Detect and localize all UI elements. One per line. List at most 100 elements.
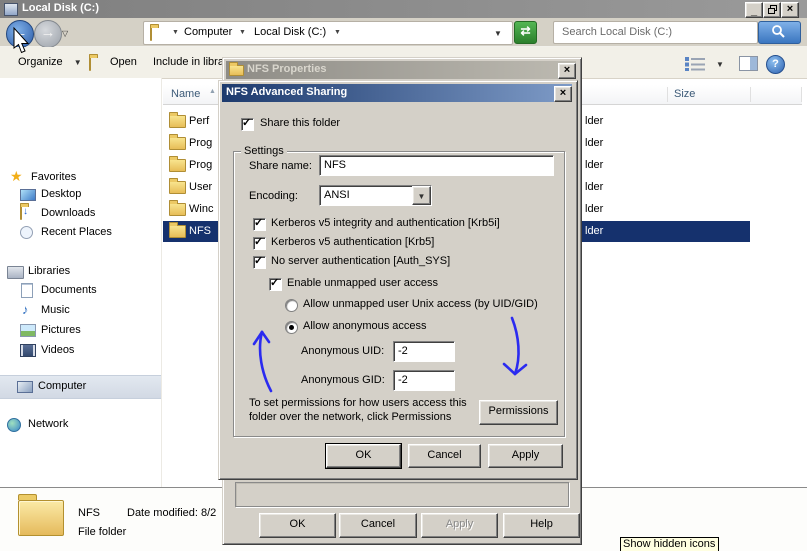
folder-icon (169, 178, 186, 194)
folder-icon (169, 134, 186, 150)
favorites-icon: ★ (10, 168, 23, 184)
anonymous-uid-field[interactable]: -2 (393, 341, 455, 362)
tooltip-text: Show hidden icons (623, 538, 716, 550)
permissions-button[interactable]: Permissions (479, 400, 558, 425)
location-icon (150, 27, 152, 41)
sidebar-item-favorites[interactable]: Favorites (31, 171, 76, 183)
desktop-icon (20, 189, 36, 201)
organize-dropdown-icon: ▼ (73, 58, 82, 67)
details-date-modified: Date modified: 8/2 (127, 507, 217, 519)
permissions-note-line1: To set permissions for how users access … (249, 397, 467, 409)
advanced-ok-button[interactable]: OK (326, 444, 401, 468)
check-icon: ✓ (254, 217, 264, 229)
show-hidden-icons-tooltip: Show hidden icons (620, 537, 719, 551)
share-this-folder-checkbox[interactable]: ✓ (241, 117, 254, 131)
enable-unmapped-checkbox[interactable]: ✓ (269, 277, 282, 291)
details-name: NFS (78, 507, 100, 519)
file-type-tail: lder (585, 137, 604, 149)
nav-dropdown-icon[interactable]: ▽ (62, 29, 68, 38)
encoding-label: Encoding: (249, 190, 298, 202)
open-button[interactable]: Open (110, 56, 137, 68)
anonymous-gid-value: -2 (398, 374, 408, 386)
nfs-advanced-sharing-dialog: NFS Advanced Sharing × ✓ Share this fold… (218, 80, 578, 480)
sidebar-item-music[interactable]: Music (41, 304, 70, 316)
anonymous-uid-value: -2 (398, 345, 408, 357)
file-name: Prog (189, 137, 213, 149)
properties-description-box (235, 482, 569, 507)
folder-icon (169, 222, 186, 238)
sidebar-item-recent-places[interactable]: Recent Places (41, 226, 112, 238)
libraries-icon (7, 266, 24, 279)
organize-button[interactable]: Organize ▼ (18, 56, 82, 68)
krb5i-checkbox[interactable]: ✓ (253, 217, 266, 231)
properties-title-icon (229, 62, 244, 76)
organize-label: Organize (18, 56, 63, 68)
share-name-field[interactable]: NFS (319, 155, 554, 176)
file-type-tail: lder (585, 203, 604, 215)
details-type: File folder (78, 526, 127, 538)
file-name: User (189, 181, 213, 193)
sidebar-item-network[interactable]: Network (28, 418, 68, 430)
advanced-close-button[interactable]: × (554, 86, 572, 102)
auth-sys-label: No server authentication [Auth_SYS] (271, 255, 451, 267)
advanced-title: NFS Advanced Sharing (226, 86, 348, 98)
window-title: Local Disk (C:) (22, 2, 100, 14)
chevron-down-icon: ▼ (417, 192, 426, 201)
krb5i-label: Kerberos v5 integrity and authentication… (271, 217, 500, 229)
pictures-icon (20, 324, 36, 337)
documents-icon (21, 283, 33, 298)
open-icon (89, 57, 91, 71)
downloads-icon: ↓ (20, 206, 35, 220)
forward-button[interactable]: → (34, 20, 62, 48)
properties-ok-button[interactable]: OK (259, 513, 336, 538)
navigation-pane: ★ Favorites Desktop ↓ Downloads Recent P… (0, 78, 162, 487)
krb5-checkbox[interactable]: ✓ (253, 236, 266, 250)
folder-icon (169, 112, 186, 128)
computer-label: Computer (38, 380, 87, 392)
close-icon: × (563, 64, 571, 76)
krb5-label: Kerberos v5 authentication [Krb5] (271, 236, 435, 248)
sidebar-item-documents[interactable]: Documents (41, 284, 97, 296)
videos-icon (20, 344, 36, 357)
file-name: NFS (189, 225, 211, 237)
anonymous-uid-label: Anonymous UID: (301, 345, 385, 357)
close-icon: × (559, 87, 567, 99)
sidebar-item-videos[interactable]: Videos (41, 344, 74, 356)
anonymous-gid-field[interactable]: -2 (393, 370, 455, 391)
folder-icon (169, 156, 186, 172)
unix-access-radio[interactable] (285, 299, 298, 312)
sidebar-item-computer[interactable]: Computer (0, 375, 161, 399)
selected-folder-icon (18, 494, 64, 536)
sidebar-item-downloads[interactable]: Downloads (41, 207, 95, 219)
properties-titlebar: NFS Properties × (226, 61, 576, 79)
file-name: Prog (189, 159, 213, 171)
enable-unmapped-label: Enable unmapped user access (287, 277, 439, 289)
check-icon: ✓ (242, 117, 252, 129)
explorer-window: Local Disk (C:) _ × ← → ▽ ▼ Computer ▼ L… (0, 0, 807, 551)
file-type-tail: lder (585, 225, 604, 237)
properties-cancel-button[interactable]: Cancel (339, 513, 417, 538)
sidebar-item-libraries[interactable]: Libraries (28, 265, 70, 277)
folder-icon (169, 200, 186, 216)
music-icon: ♪ (22, 302, 29, 317)
file-name: Perf (189, 115, 210, 127)
file-type-tail: lder (585, 115, 604, 127)
encoding-dropdown-button[interactable]: ▼ (412, 186, 431, 205)
properties-close-button[interactable]: × (558, 63, 576, 79)
anonymous-access-radio[interactable] (285, 321, 298, 334)
sidebar-item-pictures[interactable]: Pictures (41, 324, 81, 336)
sidebar-item-desktop[interactable]: Desktop (41, 188, 81, 200)
encoding-select[interactable]: ANSI ▼ (319, 185, 432, 206)
share-name-label: Share name: (249, 160, 312, 172)
advanced-apply-button[interactable]: Apply (488, 444, 563, 468)
properties-apply-button: Apply (421, 513, 498, 538)
settings-group-label: Settings (241, 145, 287, 157)
share-name-value: NFS (324, 159, 346, 171)
back-button[interactable]: ← (6, 20, 34, 48)
window-icon (4, 3, 18, 16)
properties-help-button[interactable]: Help (503, 513, 580, 538)
auth-sys-checkbox[interactable]: ✓ (253, 255, 266, 269)
share-this-folder-label: Share this folder (260, 117, 341, 129)
advanced-cancel-button[interactable]: Cancel (408, 444, 481, 468)
recent-places-icon (20, 226, 33, 239)
